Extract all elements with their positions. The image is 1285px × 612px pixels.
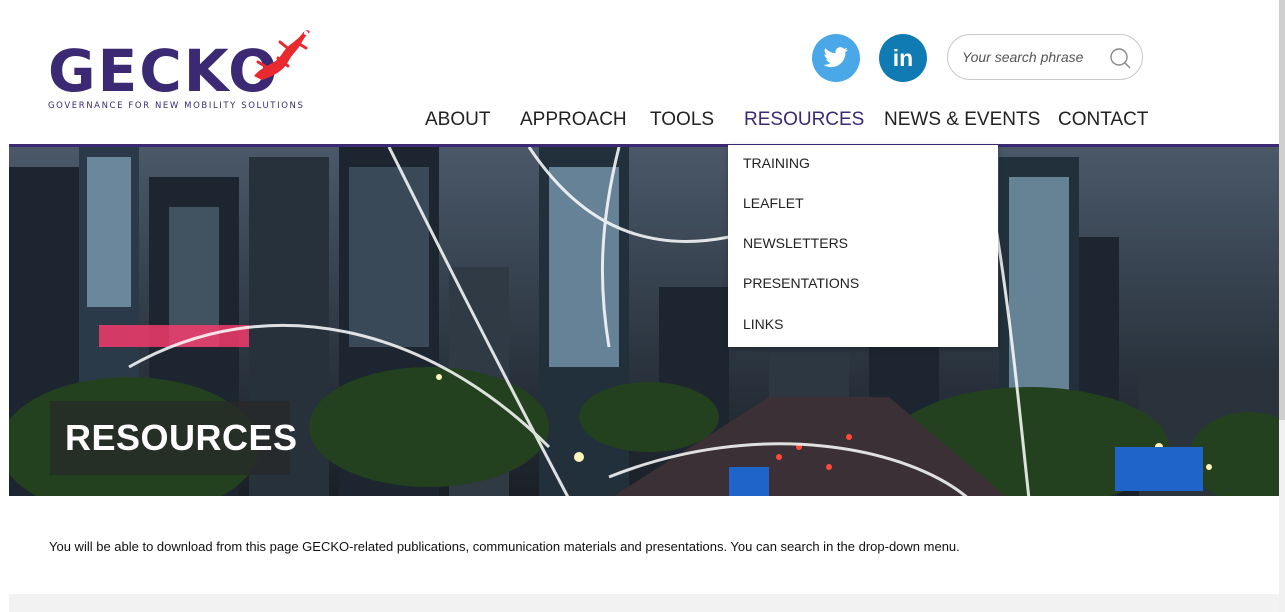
twitter-icon [823, 47, 848, 68]
search-input[interactable] [962, 45, 1092, 69]
nav-resources[interactable]: RESOURCES [744, 109, 864, 131]
intro-text: You will be able to download from this p… [49, 539, 960, 554]
gecko-logo[interactable]: GECKO GOVERNANCE FOR NEW MOBILITY SOLUTI… [48, 28, 318, 118]
search-icon[interactable] [1108, 46, 1132, 70]
hero-banner: RESOURCES [9, 144, 1280, 496]
nav-about[interactable]: ABOUT [425, 109, 490, 131]
hero-title-box: RESOURCES [50, 401, 297, 475]
nav-tools[interactable]: TOOLS [650, 109, 714, 131]
linkedin-icon: in [892, 44, 914, 71]
menu-item-presentations[interactable]: PRESENTATIONS [743, 275, 859, 291]
nav-contact[interactable]: CONTACT [1058, 109, 1148, 131]
search-box [947, 34, 1143, 80]
menu-item-links[interactable]: LINKS [743, 316, 783, 332]
menu-item-training[interactable]: TRAINING [743, 155, 810, 171]
resources-dropdown-menu: TRAINING LEAFLET NEWSLETTERS PRESENTATIO… [728, 145, 998, 347]
menu-item-leaflet[interactable]: LEAFLET [743, 195, 804, 211]
gecko-lizard-icon [254, 30, 310, 80]
linkedin-button[interactable]: in [879, 34, 927, 82]
twitter-button[interactable] [812, 34, 860, 82]
menu-item-newsletters[interactable]: NEWSLETTERS [743, 235, 848, 251]
logo-tagline: GOVERNANCE FOR NEW MOBILITY SOLUTIONS [48, 101, 305, 111]
nav-approach[interactable]: APPROACH [520, 109, 627, 131]
nav-news-events[interactable]: NEWS & EVENTS [884, 109, 1040, 131]
page-title: RESOURCES [65, 417, 298, 458]
scrollbar-thumb[interactable] [1279, 0, 1285, 420]
content-band [9, 594, 1280, 612]
